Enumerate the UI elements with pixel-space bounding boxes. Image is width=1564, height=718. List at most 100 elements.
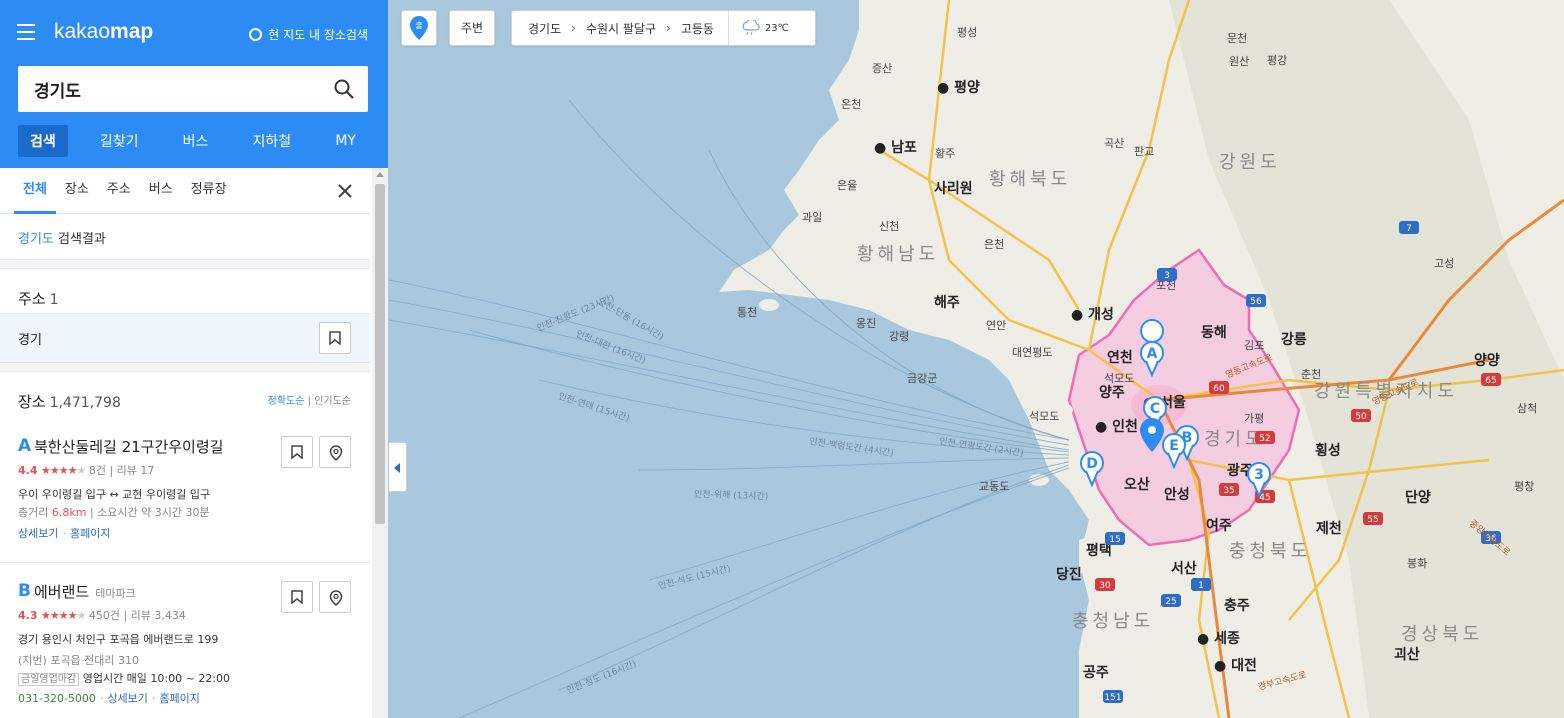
map-label-town: 문천 — [1227, 32, 1248, 45]
search-icon[interactable] — [334, 79, 354, 99]
temperature: 23℃ — [764, 22, 789, 34]
distance-label: 총거리 — [18, 506, 49, 519]
search-input[interactable] — [18, 66, 308, 112]
review-count[interactable]: 리뷰 3,434 — [131, 609, 186, 622]
breadcrumb-neighborhood[interactable]: 고등동 — [681, 20, 714, 37]
place-name[interactable]: 에버랜드 테마파크 — [34, 581, 136, 602]
map-canvas[interactable]: 출 주변 경기도 › 수원시 팔달구 › 고등동 23℃ 황해북도 황해남도 강… — [389, 0, 1564, 718]
place-name[interactable]: 북한산둘레길 21구간우이령길 — [34, 436, 223, 457]
map-label-region: 강원특별자치도 — [1314, 381, 1458, 402]
scrollbar-thumb[interactable] — [375, 184, 385, 524]
result-keyword[interactable]: 경기도 — [18, 232, 54, 247]
chevron-right-icon: › — [571, 21, 576, 35]
sort-accuracy[interactable]: 정확도순 — [268, 396, 305, 407]
place-marker-letter: B — [18, 581, 31, 601]
map-label-region: 경기도 — [1204, 429, 1266, 450]
map-label-town: 석모도 — [1029, 410, 1060, 423]
detail-link[interactable]: 상세보기 — [18, 527, 58, 540]
place-divider — [0, 562, 370, 563]
map-label-town: 포천 — [1156, 279, 1177, 292]
tab-search[interactable]: 검색 — [18, 124, 68, 157]
place-bookmark-button[interactable] — [281, 581, 313, 613]
detail-link[interactable]: 상세보기 — [107, 692, 147, 705]
address-section-title: 주소 1 — [18, 288, 59, 309]
map-label-town: 고성 — [1434, 257, 1455, 270]
map-label-town: 은율 — [837, 179, 858, 192]
map-base — [389, 0, 1564, 718]
address-result-text: 경기 — [18, 333, 42, 348]
rating-stars-icon: ★★★★★ — [41, 609, 86, 622]
address-result-row[interactable]: 경기 — [0, 313, 370, 363]
place-route-button[interactable] — [319, 581, 351, 613]
tab-directions[interactable]: 길찾기 — [88, 125, 151, 157]
result-suffix: 검색결과 — [53, 232, 106, 247]
map-label-town: 괴산 — [1394, 647, 1420, 663]
place-section-label: 장소 — [18, 393, 46, 411]
main-tabs: 검색 길찾기 버스 지하철 MY — [18, 124, 368, 157]
place-category: 테마파크 — [95, 587, 136, 600]
map-label-town: 금강군 — [907, 372, 938, 385]
map-label-region: 황해남도 — [857, 244, 940, 265]
homepage-link[interactable]: 홈페이지 — [159, 692, 199, 705]
result-filter-tabs: 전체 장소 주소 버스 정류장 — [0, 168, 370, 214]
tab-subway[interactable]: 지하철 — [241, 125, 304, 157]
map-label-town: 석모도 — [1104, 372, 1135, 385]
map-label-town: 당진 — [1056, 567, 1082, 583]
panel-scrollbar[interactable] — [372, 168, 388, 718]
map-label-town: 봉화 — [1407, 557, 1428, 570]
nearby-search-button[interactable]: 현 지도 내 장소검색 — [249, 26, 368, 43]
map-label-town: 동해 — [1201, 325, 1227, 341]
map-label-region: 충청남도 — [1072, 611, 1155, 632]
place-count: 1,471,798 — [49, 395, 121, 411]
place-item[interactable]: B 에버랜드 테마파크 4.3 ★★★★★ 450건 | 리뷰 3,434 경기 … — [0, 581, 370, 718]
phone-number[interactable]: 031-320-5000 — [18, 692, 96, 705]
weather-widget: 23℃ — [727, 11, 789, 45]
map-label-town: 평성 — [957, 26, 978, 39]
close-icon[interactable] — [338, 184, 352, 198]
filter-tab-bus[interactable]: 버스 — [140, 168, 182, 214]
rating-stars-icon: ★★★★★ — [41, 464, 86, 477]
place-bookmark-button[interactable] — [281, 436, 313, 468]
filter-tab-address[interactable]: 주소 — [98, 168, 140, 214]
tab-my[interactable]: MY — [323, 127, 368, 155]
map-label-town: 황주 — [935, 147, 956, 160]
rating-score: 4.4 — [18, 464, 38, 477]
hamburger-menu-icon[interactable] — [17, 24, 35, 40]
location-pin-icon — [329, 590, 343, 606]
map-label-region: 황해북도 — [989, 169, 1072, 190]
review-count[interactable]: 리뷰 17 — [117, 464, 155, 477]
map-label-city: ● 개성 — [1071, 307, 1114, 323]
sea-route-label: 인천-위해 (13시간) — [693, 489, 769, 503]
map-label-city: 사리원 — [934, 181, 973, 197]
place-route-button[interactable] — [319, 436, 351, 468]
place-links: 상세보기 · 홈페이지 — [18, 527, 111, 540]
place-item[interactable]: A 북한산둘레길 21구간우이령길 4.4 ★★★★★ 8건 | 리뷰 17 우… — [0, 436, 370, 560]
map-label-town: 대연평도 — [1012, 346, 1053, 359]
filter-tab-places[interactable]: 장소 — [56, 168, 98, 214]
collapse-panel-button[interactable] — [389, 442, 407, 492]
address-bookmark-button[interactable] — [319, 322, 351, 354]
filter-tab-all[interactable]: 전체 — [14, 168, 56, 214]
place-hours: 금일영업마감 영업시간 매일 10:00 ~ 22:00 — [18, 670, 230, 686]
location-pin-button[interactable]: 출 — [401, 10, 437, 46]
kakaomap-logo[interactable]: kakaomap — [54, 20, 153, 44]
breadcrumb-district[interactable]: 수원시 팔달구 — [586, 20, 656, 37]
rating-score: 4.3 — [18, 609, 38, 622]
map-label-town: 교동도 — [979, 480, 1010, 493]
tab-bus[interactable]: 버스 — [171, 125, 221, 157]
scroll-up-arrow-icon[interactable] — [376, 172, 384, 177]
map-label-town: 여주 — [1206, 518, 1232, 534]
homepage-link[interactable]: 홈페이지 — [70, 527, 110, 540]
sort-popular[interactable]: 인기도순 — [314, 396, 351, 407]
radio-circle-icon — [249, 28, 263, 41]
section-divider — [0, 362, 370, 372]
place-course: 우이 우이령길 입구 ↔ 교현 우이령길 입구 — [18, 488, 211, 501]
status-badge: 금일영업마감 — [18, 673, 80, 686]
panel-header: kakaomap 현 지도 내 장소검색 검색 길찾기 버스 지하철 MY — [0, 0, 388, 168]
map-label-city: ● 인천 — [1095, 419, 1138, 435]
breadcrumb-province[interactable]: 경기도 — [528, 20, 561, 37]
map-label-region: 강원도 — [1219, 152, 1281, 173]
place-rating: 4.3 ★★★★★ 450건 | 리뷰 3,434 — [18, 609, 186, 622]
filter-tab-bus-stop[interactable]: 정류장 — [182, 168, 236, 214]
around-button[interactable]: 주변 — [449, 10, 495, 46]
